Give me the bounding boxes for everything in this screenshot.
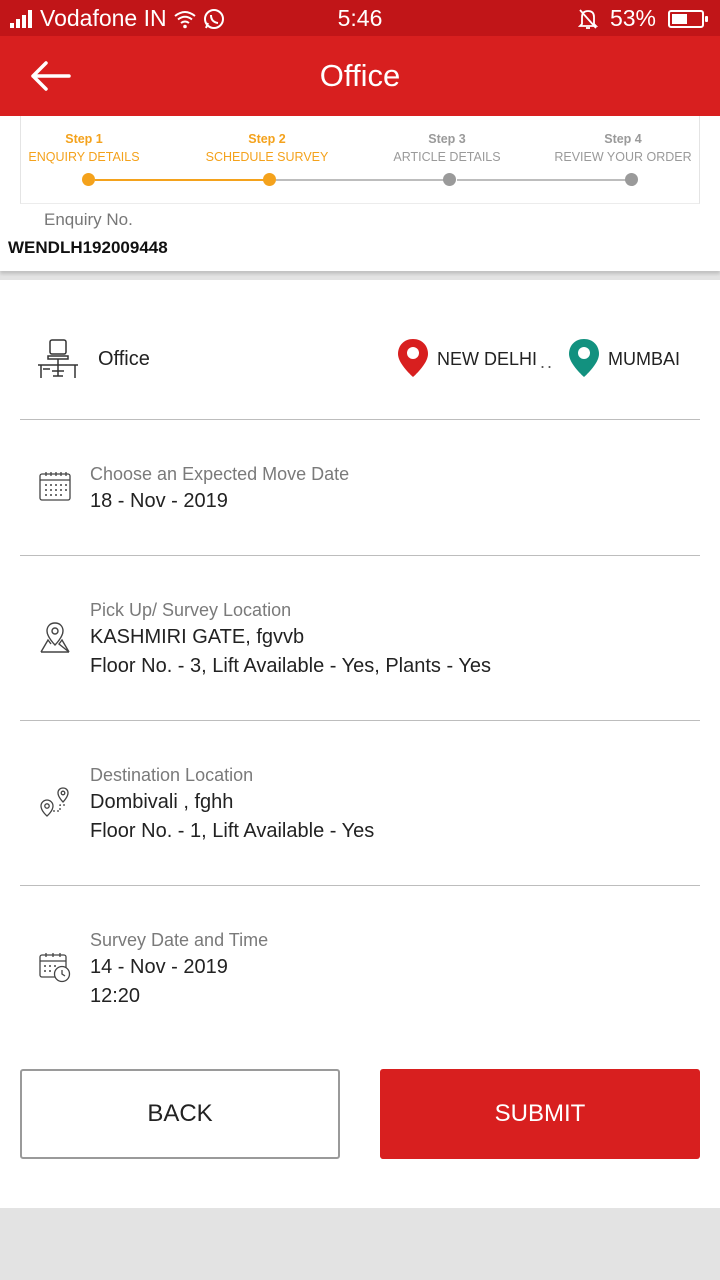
step-connector <box>457 179 633 181</box>
move-date-value[interactable]: 18 - Nov - 2019 <box>90 490 228 513</box>
step-2: Step 2 SCHEDULE SURVEY <box>182 130 352 166</box>
map-pin-icon <box>39 620 71 659</box>
survey-time[interactable]: 12:20 <box>90 985 140 1008</box>
pickup-label: Pick Up/ Survey Location <box>90 600 292 620</box>
calendar-clock-icon <box>38 951 72 988</box>
progress-stepper: Step 1 ENQUIRY DETAILS Step 2 SCHEDULE S… <box>0 116 720 271</box>
step-connector <box>276 179 452 181</box>
from-city: NEW DELHI <box>437 349 538 369</box>
step-dot-2 <box>263 173 276 186</box>
step-4: Step 4 REVIEW YOUR ORDER <box>538 130 708 166</box>
route-separator: .. <box>540 352 555 372</box>
divider <box>20 720 700 721</box>
enquiry-number: WENDLH192009448 <box>8 238 168 257</box>
battery-percent: 53% <box>609 5 656 31</box>
pickup-details: Floor No. - 3, Lift Available - Yes, Pla… <box>90 655 491 677</box>
order-summary-card: Office NEW DELHI .. MUMBAI Choose an Exp… <box>0 280 720 1208</box>
divider <box>20 885 700 886</box>
location-pin-icon <box>397 338 429 383</box>
divider <box>20 419 700 420</box>
move-date-label: Choose an Expected Move Date <box>90 464 350 484</box>
back-button[interactable]: BACK <box>20 1069 340 1159</box>
category-label: Office <box>98 348 150 370</box>
calendar-icon <box>38 470 72 507</box>
submit-button[interactable]: SUBMIT <box>380 1069 700 1159</box>
mute-bell-icon <box>577 8 598 30</box>
page-title: Office <box>319 58 401 93</box>
divider <box>20 555 700 556</box>
step-dot-1 <box>82 173 95 186</box>
enquiry-label: Enquiry No. <box>44 210 133 229</box>
destination-address[interactable]: Dombivali , fghh <box>90 791 233 814</box>
office-desk-icon <box>36 338 80 385</box>
location-pin-icon <box>568 338 600 383</box>
step-label: SCHEDULE SURVEY <box>205 150 329 164</box>
step-label: ENQUIRY DETAILS <box>28 150 140 164</box>
survey-date[interactable]: 14 - Nov - 2019 <box>90 956 228 979</box>
destination-details: Floor No. - 1, Lift Available - Yes <box>90 820 375 842</box>
step-1: Step 1 ENQUIRY DETAILS <box>0 130 169 166</box>
survey-label: Survey Date and Time <box>90 930 269 950</box>
step-dot-3 <box>443 173 456 186</box>
pickup-address[interactable]: KASHMIRI GATE, fgvvb <box>90 626 304 649</box>
destination-label: Destination Location <box>90 765 254 785</box>
step-3: Step 3 ARTICLE DETAILS <box>362 130 532 166</box>
step-label: REVIEW YOUR ORDER <box>554 150 692 164</box>
step-connector <box>95 179 270 181</box>
to-city: MUMBAI <box>608 349 680 369</box>
step-dot-4 <box>625 173 638 186</box>
step-label: ARTICLE DETAILS <box>393 150 501 164</box>
app-bar: Office <box>0 36 720 116</box>
route-pin-icon <box>38 786 72 823</box>
battery-icon <box>668 9 708 28</box>
status-bar: Vodafone IN 5:46 53% <box>0 0 720 36</box>
